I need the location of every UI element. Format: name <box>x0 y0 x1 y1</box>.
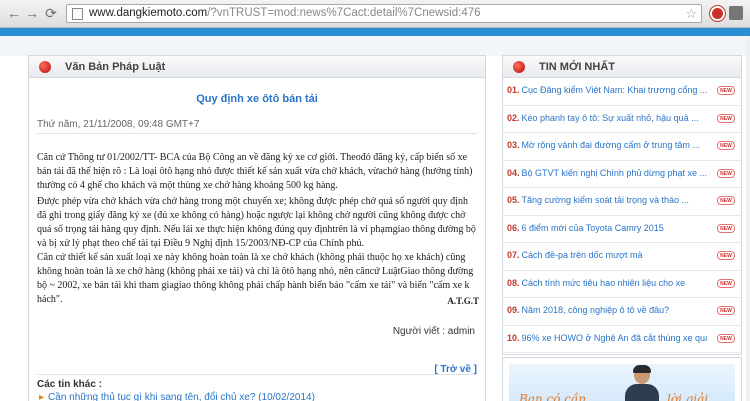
ad-banner[interactable]: Bạn có cần lời giải <box>502 357 742 401</box>
item-number: 03. <box>507 140 520 150</box>
new-badge-icon: NEW <box>717 168 735 178</box>
item-number: 05. <box>507 195 520 205</box>
divider <box>37 374 477 375</box>
article-paragraph-3: Căn cứ thiết kế sản xuất loại xe này khô… <box>37 252 474 305</box>
page-scrollbar[interactable] <box>746 36 750 401</box>
latest-news-panel: TIN MỚI NHẤT 01. Cục Đăng kiểm Việt Nam: … <box>502 55 742 355</box>
other-news-link[interactable]: Cần những thủ tục gì khi sang tên, đổi c… <box>48 392 315 401</box>
item-number: 08. <box>507 277 520 288</box>
article-date: Thứ năm, 21/11/2008, 09:48 GMT+7 <box>37 119 200 130</box>
news-link[interactable]: 10. 96% xe HOWO ở Nghệ An đã cắt thùng xe… <box>507 333 707 343</box>
list-item[interactable]: 01. Cục Đăng kiểm Việt Nam: Khai trương c… <box>503 78 741 106</box>
other-news-item[interactable]: ▸ Cần những thủ tục gì khi sang tên, đổi … <box>39 392 315 401</box>
panel-title: Văn Bản Pháp Luật <box>65 61 166 73</box>
item-number: 10. <box>507 332 520 343</box>
new-badge-icon: NEW <box>717 141 735 150</box>
latest-news-title: TIN MỚI NHẤT <box>539 61 615 73</box>
person-photo <box>625 365 659 401</box>
news-link[interactable]: 04. Bộ GTVT kiến nghị Chính phủ dừng phạt… <box>507 168 707 178</box>
latest-news-list: 01. Cục Đăng kiểm Việt Nam: Khai trương c… <box>503 78 741 353</box>
news-link[interactable]: 09. Năm 2018, công nghiệp ô tô về đâu? <box>507 305 707 315</box>
news-link[interactable]: 02. Kéo phanh tay ô tô: Sự xuất nhỏ, hậu … <box>507 113 707 123</box>
url-text[interactable]: www.dangkiemoto.com/?vnTRUST=mod:news%7C… <box>89 7 481 19</box>
item-text: Cách đề-pa trên dốc mượt mà <box>521 250 643 260</box>
new-badge-icon: NEW <box>717 223 735 233</box>
bookmark-star-icon[interactable]: ☆ <box>685 6 697 22</box>
new-badge-icon: NEW <box>717 196 735 205</box>
list-item[interactable]: 05. Tăng cường kiểm soát tải trọng và thá… <box>503 188 741 216</box>
article-panel: Văn Bản Pháp Luật Quy định xe ôtô bán tả… <box>28 55 486 401</box>
item-text: Kéo phanh tay ô tô: Sự xuất nhỏ, hậu quả… <box>521 112 699 123</box>
item-text: Cách tính mức tiêu hao nhiên liệu cho xe <box>521 277 686 288</box>
article-author: Người viết : admin <box>392 326 475 337</box>
item-text: 96% xe HOWO ở Nghệ An đã cắt thùng xe qu… <box>521 332 707 343</box>
reload-icon[interactable]: ⟳ <box>43 5 59 21</box>
article-panel-header: Văn Bản Pháp Luật <box>29 56 485 78</box>
article-title: Quy định xe ôtô bán tải <box>196 93 318 105</box>
item-text: Năm 2018, công nghiệp ô tô về đâu? <box>521 305 670 315</box>
menu-icon[interactable] <box>729 6 743 20</box>
list-item[interactable]: 10. 96% xe HOWO ở Nghệ An đã cắt thùng xe… <box>503 326 741 353</box>
red-dot-icon <box>513 61 525 73</box>
new-badge-icon: NEW <box>717 333 735 343</box>
latest-news-header: TIN MỚI NHẤT <box>503 56 741 78</box>
ad-text-right: lời giải <box>667 392 709 401</box>
new-badge-icon: NEW <box>717 306 735 315</box>
new-badge-icon: NEW <box>717 86 735 95</box>
ad-image[interactable]: Bạn có cần lời giải <box>509 364 735 401</box>
address-bar[interactable]: www.dangkiemoto.com/?vnTRUST=mod:news%7C… <box>66 4 702 23</box>
item-number: 06. <box>507 222 520 233</box>
browser-toolbar: ← → ⟳ www.dangkiemoto.com/?vnTRUST=mod:n… <box>0 0 750 28</box>
item-number: 09. <box>507 305 520 315</box>
site-header-band <box>0 28 750 36</box>
item-number: 01. <box>507 85 520 95</box>
article-paragraph-2: Được phép vừa chở khách vừa chở hàng tro… <box>37 196 476 249</box>
list-item[interactable]: 04. Bộ GTVT kiến nghị Chính phủ dừng phạt… <box>503 161 741 188</box>
news-link[interactable]: 08. Cách tính mức tiêu hao nhiên liệu cho… <box>507 278 707 288</box>
new-badge-icon: NEW <box>717 278 735 288</box>
list-item[interactable]: 06. 6 điểm mới của Toyota Camry 2015 NEW <box>503 216 741 243</box>
article-paragraph-1: Căn cứ Thông tư 01/2002/TT- BCA của Bộ C… <box>37 152 473 191</box>
item-text: Tăng cường kiểm soát tải trọng và tháo .… <box>521 195 690 205</box>
news-link[interactable]: 01. Cục Đăng kiểm Việt Nam: Khai trương c… <box>507 85 707 95</box>
news-link[interactable]: 03. Mờ rộng vành đai đường cấm ở trung tâ… <box>507 140 707 150</box>
news-link[interactable]: 05. Tăng cường kiểm soát tải trọng và thá… <box>507 195 707 205</box>
list-item[interactable]: 09. Năm 2018, công nghiệp ô tô về đâu? NEW <box>503 298 741 326</box>
arrow-bullet-icon: ▸ <box>39 392 45 401</box>
forward-icon[interactable]: → <box>24 5 40 21</box>
item-text: 6 điểm mới của Toyota Camry 2015 <box>521 222 664 233</box>
ad-text: Bạn có cần <box>519 392 587 401</box>
article-signature: A.T.G.T <box>447 296 479 306</box>
list-item[interactable]: 08. Cách tính mức tiêu hao nhiên liệu cho… <box>503 271 741 298</box>
news-link[interactable]: 06. 6 điểm mới của Toyota Camry 2015 <box>507 223 707 233</box>
news-link[interactable]: 07. Cách đề-pa trên dốc mượt mà <box>507 250 707 260</box>
item-text: Bộ GTVT kiến nghị Chính phủ dừng phạt xe… <box>521 167 707 178</box>
item-text: Mờ rộng vành đai đường cấm ở trung tâm .… <box>521 140 700 150</box>
extension-icon[interactable] <box>710 6 725 21</box>
divider <box>37 133 477 134</box>
red-dot-icon <box>39 61 51 73</box>
item-number: 07. <box>507 250 520 260</box>
page-icon <box>72 8 83 20</box>
new-badge-icon: NEW <box>717 251 735 260</box>
list-item[interactable]: 07. Cách đề-pa trên dốc mượt mà NEW <box>503 243 741 271</box>
item-text: Cục Đăng kiểm Việt Nam: Khai trương cổng… <box>521 85 707 95</box>
item-number: 04. <box>507 167 520 178</box>
other-news-heading: Các tin khác : <box>37 379 103 390</box>
list-item[interactable]: 03. Mờ rộng vành đai đường cấm ở trung tâ… <box>503 133 741 161</box>
url-host: www.dangkiemoto.com <box>89 7 208 19</box>
site-header-strip <box>0 36 750 56</box>
new-badge-icon: NEW <box>717 113 735 123</box>
back-icon[interactable]: ← <box>6 5 22 21</box>
url-path: /?vnTRUST=mod:news%7Cact:detail%7Cnewsid… <box>207 7 481 19</box>
item-number: 02. <box>507 112 520 123</box>
list-item[interactable]: 02. Kéo phanh tay ô tô: Sự xuất nhỏ, hậu … <box>503 106 741 133</box>
